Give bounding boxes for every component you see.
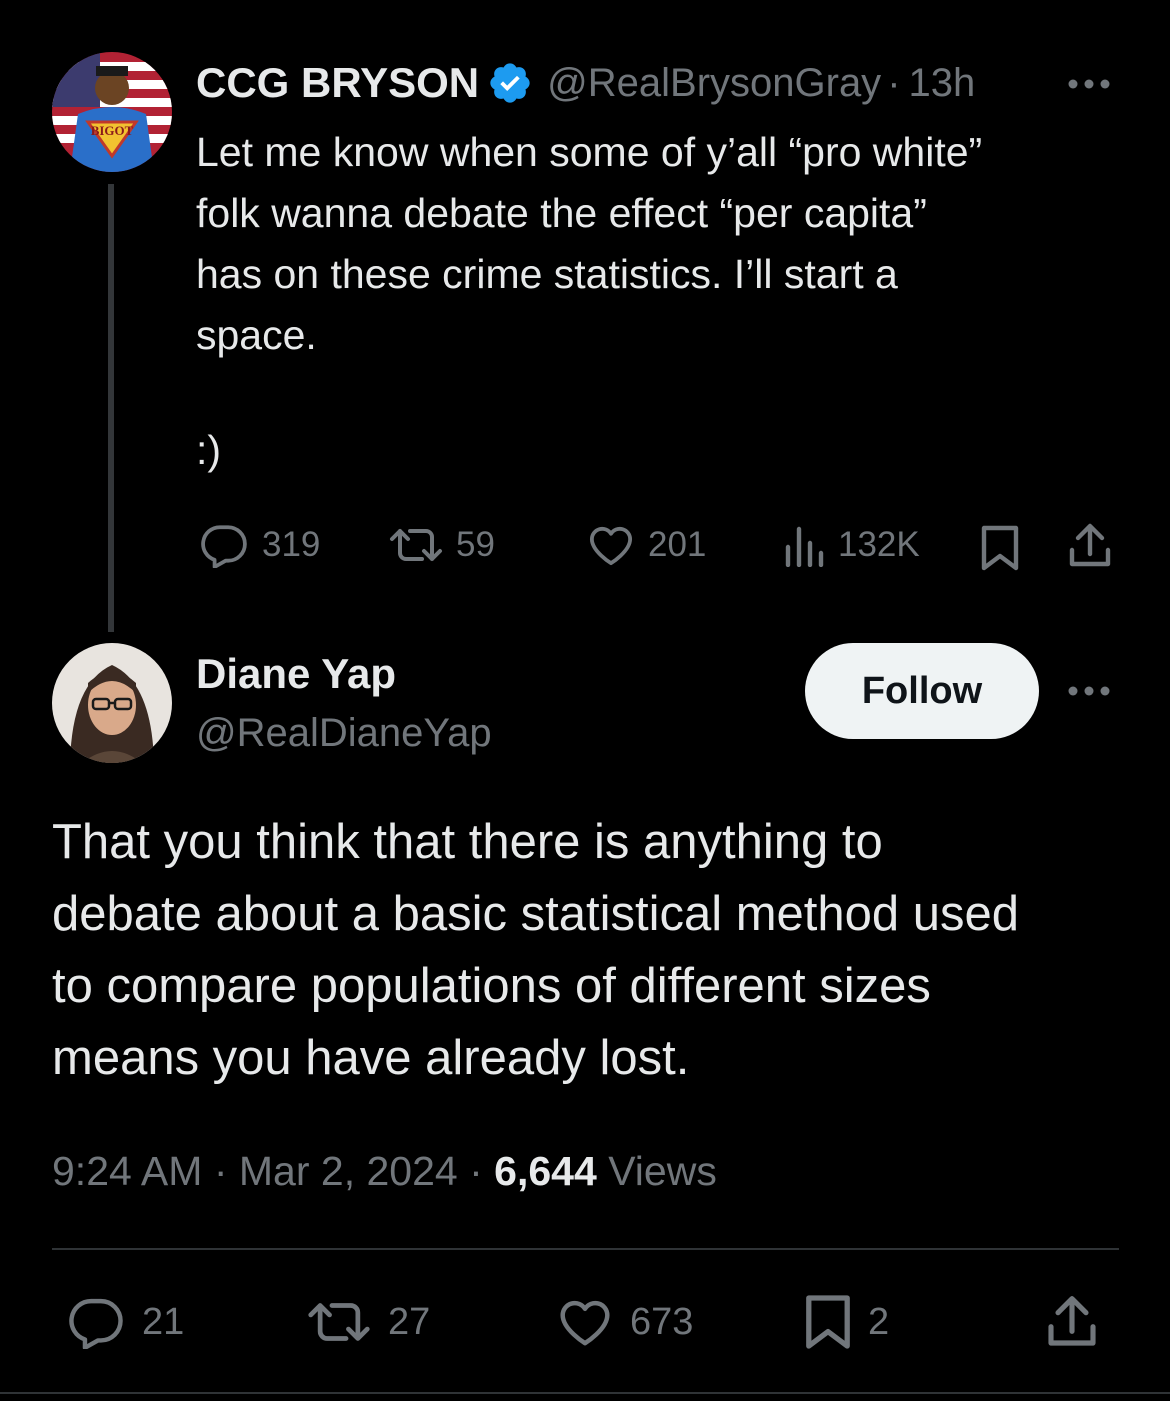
timestamp[interactable]: 13h (909, 61, 976, 106)
avatar-diane[interactable] (52, 643, 172, 763)
repost-count: 59 (456, 525, 495, 564)
views-count: 6,644 (494, 1148, 597, 1194)
repost-count: 27 (388, 1300, 431, 1343)
repost-button[interactable]: 27 (306, 1294, 430, 1350)
reply-button[interactable]: 319 (198, 520, 320, 570)
separator: · (887, 60, 901, 105)
views-count: 132K (838, 525, 920, 564)
bottom-divider (0, 1392, 1170, 1394)
display-name[interactable]: CCG BRYSON (196, 59, 479, 107)
share-icon[interactable] (1046, 1294, 1098, 1350)
repost-button[interactable]: 59 (388, 520, 495, 570)
bookmark-icon[interactable] (980, 524, 1020, 572)
heart-icon (586, 523, 636, 567)
reply-count: 21 (142, 1300, 185, 1343)
repost-icon (388, 523, 444, 567)
display-name[interactable]: Diane Yap (196, 648, 492, 700)
like-count: 201 (648, 525, 707, 564)
avatar-image (52, 52, 172, 172)
reply-icon (66, 1295, 126, 1349)
analytics-icon (784, 523, 826, 567)
tweet-time[interactable]: 9:24 AM (52, 1148, 202, 1194)
reply-icon (198, 522, 250, 568)
avatar-bryson[interactable]: BIGOT (52, 52, 172, 172)
tweet-line: to compare populations of different size… (52, 959, 931, 1013)
separator: · (469, 1148, 483, 1194)
tweet-line: debate about a basic statistical method … (52, 887, 1020, 941)
tweet1-header: CCG BRYSON @RealBrysonGray · 13h (196, 56, 975, 110)
more-options-icon[interactable] (1066, 681, 1112, 701)
avatar-badge-text: BIGOT (90, 123, 134, 138)
views-button[interactable]: 132K (784, 520, 920, 570)
tweet-line: means you have already lost. (52, 1031, 690, 1085)
separator: · (213, 1148, 228, 1194)
share-icon[interactable] (1068, 522, 1112, 570)
tweet-line: That you think that there is anything to (52, 815, 883, 869)
avatar-image (52, 643, 172, 763)
tweet-line-smiley: :) (196, 427, 222, 473)
like-button[interactable]: 673 (556, 1294, 693, 1350)
tweet-date[interactable]: Mar 2, 2024 (239, 1148, 458, 1194)
bookmark-button[interactable]: 2 (804, 1294, 889, 1350)
tweet-line: Let me know when some of y’all “pro whit… (196, 129, 983, 175)
more-options-icon[interactable] (1066, 74, 1112, 94)
reply-count: 319 (262, 525, 321, 564)
tweet-meta: 9:24 AM · Mar 2, 2024 · 6,644 Views (52, 1144, 717, 1198)
tweet2-header: Diane Yap @RealDianeYap (196, 648, 492, 762)
divider (52, 1248, 1119, 1250)
bookmark-count: 2 (868, 1300, 890, 1343)
verified-badge-icon (487, 60, 533, 106)
handle[interactable]: @RealBrysonGray (547, 61, 881, 106)
heart-icon (556, 1296, 614, 1348)
tweet-line: has on these crime statistics. I’ll star… (196, 251, 898, 297)
like-button[interactable]: 201 (586, 520, 706, 570)
follow-button[interactable]: Follow (805, 643, 1039, 739)
tweet2-text: That you think that there is anything to… (52, 806, 1019, 1094)
bookmark-icon (804, 1293, 852, 1351)
tweet-line: folk wanna debate the effect “per capita… (196, 190, 927, 236)
views-label: Views (608, 1148, 717, 1194)
tweet1-text: Let me know when some of y’all “pro whit… (196, 122, 982, 366)
handle[interactable]: @RealDianeYap (196, 704, 492, 762)
like-count: 673 (630, 1300, 694, 1343)
tweet-line: space. (196, 312, 317, 358)
reply-button[interactable]: 21 (66, 1294, 184, 1350)
thread-line (108, 184, 114, 632)
repost-icon (306, 1296, 372, 1348)
